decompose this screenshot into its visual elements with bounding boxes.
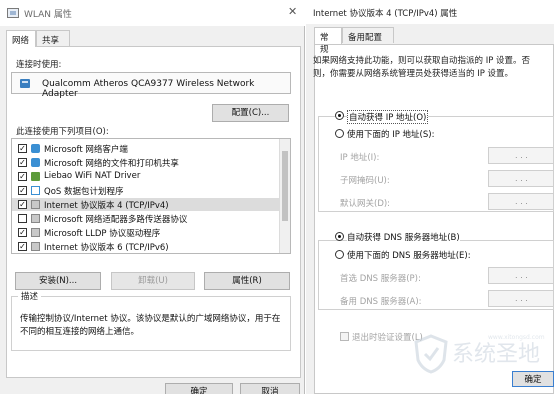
item-checkbox[interactable]: ✓ xyxy=(18,158,27,167)
item-checkbox[interactable]: ✓ xyxy=(18,144,27,153)
ip-dots: . . . xyxy=(515,294,528,303)
ip-address-label: IP 地址(I): xyxy=(340,153,380,163)
qos-icon xyxy=(31,186,40,195)
item-label: Microsoft 网络的文件和打印机共享 xyxy=(44,159,179,169)
protocol-icon xyxy=(31,214,40,223)
description-text: 传输控制协议/Internet 协议。该协议是默认的广域网络协议，用于在不同的相… xyxy=(20,314,281,337)
description-group: 描述 传输控制协议/Internet 协议。该协议是默认的广域网络协议，用于在不… xyxy=(11,290,291,351)
preferred-dns-label: 首选 DNS 服务器(P): xyxy=(340,274,421,284)
protocol-icon xyxy=(31,228,40,237)
list-item-selected[interactable]: ✓ Internet 协议版本 4 (TCP/IPv4) xyxy=(12,198,290,211)
configure-button[interactable]: 配置(C)... xyxy=(212,104,289,122)
manual-ip-label[interactable]: 使用下面的 IP 地址(S): xyxy=(347,128,434,140)
auto-ip-label[interactable]: 自动获得 IP 地址(O) xyxy=(347,110,429,124)
subnet-mask-field[interactable]: . . . xyxy=(488,170,554,187)
item-label: Microsoft 网络适配器多路传送器协议 xyxy=(44,215,188,225)
subnet-mask-label: 子网掩码(U): xyxy=(340,176,390,186)
wlan-window-icon xyxy=(7,8,19,18)
list-item[interactable]: Microsoft 网络适配器多路传送器协议 xyxy=(12,212,290,225)
list-item[interactable]: ✓ Microsoft 网络客户端 xyxy=(12,142,290,155)
watermark-url: www.xitongsd.com xyxy=(488,334,545,341)
item-checkbox[interactable]: ✓ xyxy=(18,242,27,251)
uninstall-button[interactable]: 卸载(U) xyxy=(111,272,195,290)
item-label: Microsoft LLDP 协议驱动程序 xyxy=(44,229,161,239)
preferred-dns-field[interactable]: . . . xyxy=(488,267,554,284)
ip-dots: . . . xyxy=(515,174,528,183)
manual-dns-label[interactable]: 使用下面的 DNS 服务器地址(E): xyxy=(347,249,471,261)
ip-dots: . . . xyxy=(515,197,528,206)
item-label: QoS 数据包计划程序 xyxy=(44,187,124,197)
list-item[interactable]: ✓ QoS 数据包计划程序 xyxy=(12,184,290,197)
wlan-window-title: WLAN 属性 xyxy=(24,10,72,20)
ipv4-window-title: Internet 协议版本 4 (TCP/IPv4) 属性 xyxy=(313,9,458,19)
item-checkbox[interactable]: ✓ xyxy=(18,186,27,195)
wlan-titlebar: WLAN 属性 ✕ xyxy=(0,0,305,26)
site-watermark: 系统圣地 www.xitongsd.com xyxy=(412,330,552,380)
network-adapter-icon xyxy=(20,79,30,88)
items-label: 此连接使用下列项目(O): xyxy=(16,127,109,137)
auto-dns-radio[interactable] xyxy=(335,232,344,241)
list-item[interactable]: ✓ Microsoft LLDP 协议驱动程序 xyxy=(12,226,290,239)
connection-items-list[interactable]: ✓ Microsoft 网络客户端 ✓ Microsoft 网络的文件和打印机共… xyxy=(11,138,291,254)
item-checkbox[interactable]: ✓ xyxy=(18,172,27,181)
manual-dns-radio[interactable] xyxy=(335,250,344,259)
driver-icon xyxy=(31,172,40,181)
item-label: Internet 协议版本 6 (TCP/IPv6) xyxy=(44,243,169,253)
tab-sharing[interactable]: 共享 xyxy=(36,30,70,46)
alternate-dns-field[interactable]: . . . xyxy=(488,290,554,307)
auto-dns-label[interactable]: 自动获得 DNS 服务器地址(B) xyxy=(347,231,460,243)
item-label: Liebao WiFi NAT Driver xyxy=(44,171,141,181)
item-checkbox[interactable] xyxy=(18,214,27,223)
network-client-icon xyxy=(31,144,40,153)
default-gateway-label: 默认网关(D): xyxy=(340,199,391,209)
tab-alternate-config[interactable]: 备用配置 xyxy=(342,27,394,43)
item-label: Internet 协议版本 4 (TCP/IPv4) xyxy=(44,201,169,211)
list-item[interactable]: ✓ Internet 协议版本 6 (TCP/IPv6) xyxy=(12,240,290,253)
list-scrollbar[interactable] xyxy=(279,139,290,253)
connect-using-label: 连接时使用: xyxy=(16,60,62,70)
wlan-properties-dialog: WLAN 属性 ✕ 网络 共享 连接时使用: Qualcomm Atheros … xyxy=(0,0,305,394)
validate-on-exit-checkbox[interactable] xyxy=(340,332,349,341)
install-button[interactable]: 安装(N)... xyxy=(15,272,101,290)
ipv4-titlebar: Internet 协议版本 4 (TCP/IPv4) 属性 xyxy=(306,0,554,24)
ip-dots: . . . xyxy=(515,151,528,160)
adapter-name: Qualcomm Atheros QCA9377 Wireless Networ… xyxy=(42,79,255,99)
protocol-icon xyxy=(31,200,40,209)
scrollbar-thumb[interactable] xyxy=(282,151,288,221)
ip-address-field[interactable]: . . . xyxy=(488,147,554,164)
item-label: Microsoft 网络客户端 xyxy=(44,145,128,155)
list-item[interactable]: ✓ Liebao WiFi NAT Driver xyxy=(12,170,290,183)
close-icon[interactable]: ✕ xyxy=(288,5,297,18)
item-checkbox[interactable]: ✓ xyxy=(18,228,27,237)
protocol-icon xyxy=(31,242,40,251)
tab-network[interactable]: 网络 xyxy=(6,30,36,47)
file-share-icon xyxy=(31,158,40,167)
manual-ip-radio[interactable] xyxy=(335,129,344,138)
ip-info-text: 如果网络支持此功能，则可以获取自动指派的 IP 设置。否则，你需要从网络系统管理… xyxy=(313,56,531,79)
default-gateway-field[interactable]: . . . xyxy=(488,193,554,210)
list-item[interactable]: ✓ Microsoft 网络的文件和打印机共享 xyxy=(12,156,290,169)
auto-ip-radio[interactable] xyxy=(335,111,344,120)
cancel-button[interactable]: 取消 xyxy=(240,383,300,394)
properties-button[interactable]: 属性(R) xyxy=(204,272,290,290)
tab-general[interactable]: 常规 xyxy=(314,27,342,55)
alternate-dns-label: 备用 DNS 服务器(A): xyxy=(340,297,422,307)
item-checkbox[interactable]: ✓ xyxy=(18,200,27,209)
ip-dots: . . . xyxy=(515,271,528,280)
shield-logo-icon xyxy=(414,334,448,374)
adapter-field: Qualcomm Atheros QCA9377 Wireless Networ… xyxy=(11,72,291,99)
ok-button[interactable]: 确定 xyxy=(165,383,233,394)
description-legend: 描述 xyxy=(18,290,42,302)
